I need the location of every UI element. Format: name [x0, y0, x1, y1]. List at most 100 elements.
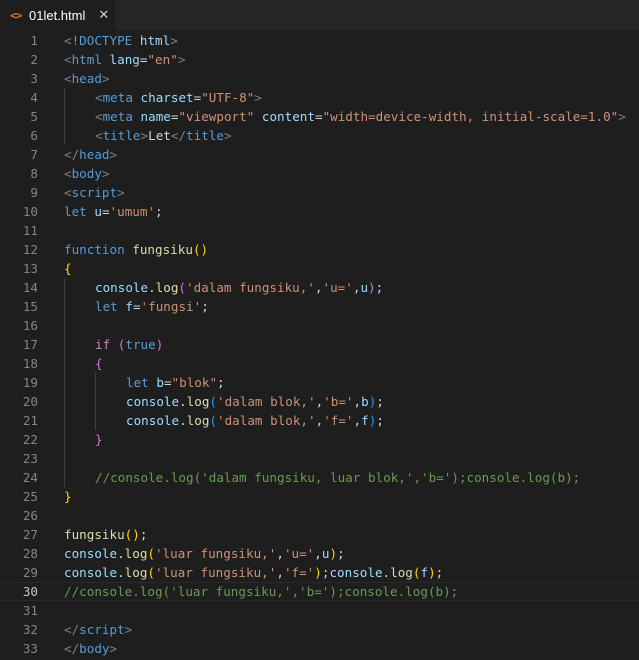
code-text: console.log('dalam blok,','f=',f);	[126, 411, 384, 430]
code-token: log	[155, 280, 179, 295]
code-line[interactable]: 3 <head>	[0, 69, 639, 88]
code-token: log	[186, 394, 210, 409]
code-line[interactable]: 24 //console.log('dalam fungsiku, luar bl…	[0, 468, 639, 487]
code-token: )	[155, 337, 164, 352]
code-line[interactable]: 17 if (true)	[0, 335, 639, 354]
code-token: {	[95, 356, 103, 371]
code-token: ,	[276, 546, 284, 561]
code-line[interactable]: 6 <title>Let</title>	[0, 126, 639, 145]
code-line[interactable]: 8 <body>	[0, 164, 639, 183]
code-token: ,	[314, 280, 323, 295]
line-number: 5	[30, 109, 38, 124]
code-text: console.log('dalam blok,','b=',b);	[126, 392, 384, 411]
code-token: ()	[192, 242, 209, 257]
line-number: 19	[22, 375, 38, 390]
code-editor[interactable]: 1 <!DOCTYPE html> 2 <html lang="en"> 3 <head>…	[0, 30, 639, 660]
tab-01let-html[interactable]: <> 01let.html ✕	[0, 0, 116, 30]
code-token: <	[95, 90, 103, 105]
code-token: <	[64, 166, 72, 181]
close-icon[interactable]: ✕	[98, 8, 109, 23]
code-token: html	[139, 33, 171, 48]
code-token: </	[170, 128, 187, 143]
line-number: 13	[22, 261, 38, 276]
code-line[interactable]: 2 <html lang="en">	[0, 50, 639, 69]
code-token: >	[177, 52, 186, 67]
code-token: log	[186, 413, 210, 428]
code-text: <meta charset="UTF-8">	[95, 88, 262, 107]
code-line[interactable]: 4 <meta charset="UTF-8">	[0, 88, 639, 107]
code-token: "en"	[147, 52, 178, 67]
code-line[interactable]: 27 fungsiku();	[0, 525, 639, 544]
code-token: ()	[124, 527, 140, 542]
code-token: ;	[337, 546, 345, 561]
code-token: =	[132, 299, 141, 314]
code-token: =	[314, 109, 323, 124]
code-line[interactable]: 31	[0, 601, 639, 620]
code-token: script	[71, 185, 118, 200]
code-token: <	[95, 128, 103, 143]
code-line[interactable]: 5 <meta name="viewport" content="width=de…	[0, 107, 639, 126]
code-line[interactable]: 32 </script>	[0, 620, 639, 639]
code-line[interactable]: 25}	[0, 487, 639, 506]
code-text: <title>Let</title>	[95, 126, 232, 145]
line-number: 29	[22, 565, 38, 580]
code-line[interactable]: 22}	[0, 430, 639, 449]
tab-label: 01let.html	[29, 7, 86, 23]
code-line[interactable]: 1 <!DOCTYPE html>	[0, 31, 639, 50]
code-token: }	[64, 489, 72, 504]
code-text: <html lang="en">	[64, 50, 185, 69]
code-text: let u='umum';	[64, 202, 163, 221]
code-line[interactable]: 13 {	[0, 259, 639, 278]
code-line[interactable]: 29 console.log('luar fungsiku,','f=');con…	[0, 563, 639, 582]
code-line[interactable]: 7 </head>	[0, 145, 639, 164]
code-token: >	[109, 147, 118, 162]
code-line[interactable]: 33 </body>	[0, 639, 639, 658]
line-number: 28	[22, 546, 38, 561]
line-number: 14	[22, 280, 38, 295]
code-text: <script>	[64, 183, 125, 202]
code-text: let b="blok";	[126, 373, 225, 392]
code-line[interactable]: 10 let u='umum';	[0, 202, 639, 221]
code-token: html	[71, 52, 102, 67]
code-token: (	[209, 394, 218, 409]
code-token: let	[95, 299, 118, 314]
code-text: console.log('dalam fungsiku,','u=',u);	[95, 278, 383, 297]
code-line[interactable]: 18 {	[0, 354, 639, 373]
code-token: console	[126, 394, 180, 409]
html-file-icon: <>	[10, 8, 22, 22]
code-token: >	[109, 641, 118, 656]
code-line[interactable]: 11	[0, 221, 639, 240]
code-token: function	[64, 242, 125, 257]
code-token: (	[147, 565, 156, 580]
code-line[interactable]: 16	[0, 316, 639, 335]
code-token: ,	[276, 565, 284, 580]
code-text: //console.log('luar fungsiku,','b=');con…	[64, 583, 458, 600]
line-number: 12	[22, 242, 38, 257]
code-text: </head>	[64, 145, 117, 164]
code-token: f	[125, 299, 133, 314]
code-token: "UTF-8"	[201, 90, 255, 105]
code-text: if (true)	[95, 335, 163, 354]
code-token: ;	[376, 394, 384, 409]
line-number: 3	[30, 71, 38, 86]
code-text: function fungsiku()	[64, 240, 208, 259]
code-token: b	[361, 394, 369, 409]
code-token: log	[124, 565, 148, 580]
code-line[interactable]: 30 //console.log('luar fungsiku,','b=');c…	[0, 582, 639, 601]
code-token: =	[101, 204, 110, 219]
code-token: !DOCTYPE	[71, 33, 133, 48]
code-line[interactable]: 23	[0, 449, 639, 468]
code-line[interactable]: 14 console.log('dalam fungsiku,','u=',u);	[0, 278, 639, 297]
code-token: script	[79, 622, 125, 637]
code-line[interactable]: 28 console.log('luar fungsiku,','u=',u);	[0, 544, 639, 563]
code-token: ,	[353, 413, 362, 428]
code-line[interactable]: 26	[0, 506, 639, 525]
code-token: true	[125, 337, 156, 352]
code-line[interactable]: 9 <script>	[0, 183, 639, 202]
code-token: ,	[353, 394, 362, 409]
code-line[interactable]: 15 let f='fungsi';	[0, 297, 639, 316]
code-text: {	[64, 259, 72, 278]
code-token: 'dalam fungsiku,'	[186, 280, 315, 295]
code-line[interactable]: 12 function fungsiku()	[0, 240, 639, 259]
